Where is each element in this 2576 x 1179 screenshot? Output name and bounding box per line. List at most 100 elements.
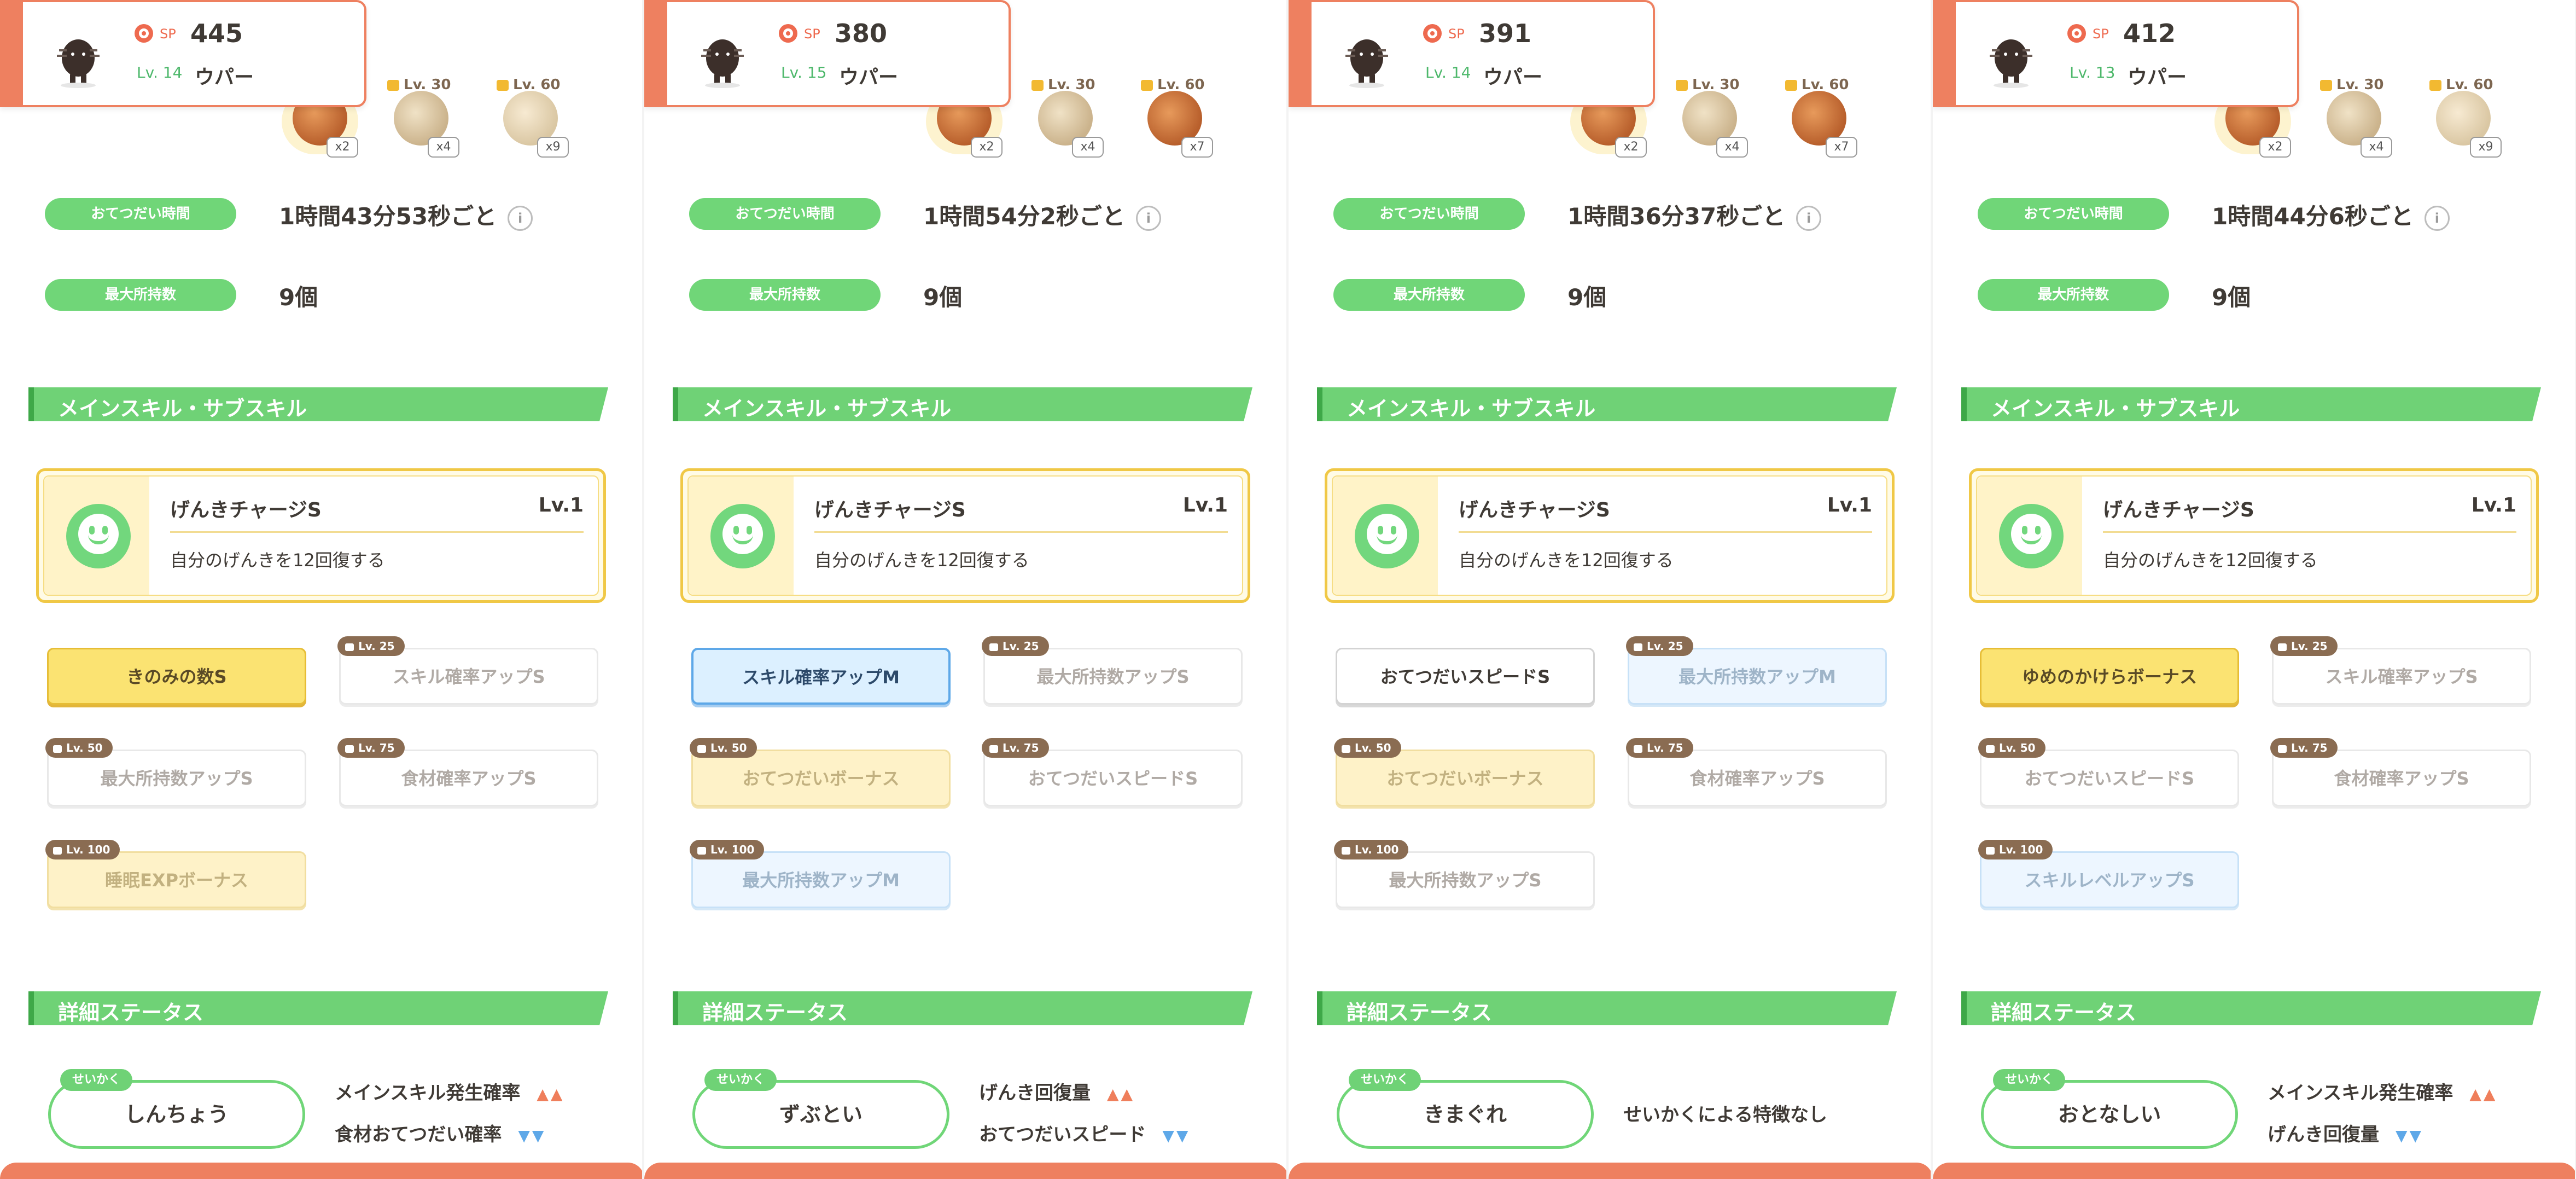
nature-effect-label: メインスキル発生確率	[2268, 1082, 2453, 1104]
section-bar	[28, 387, 34, 421]
subskill-slot-5[interactable]: Lv. 100 最大所持数アップM	[690, 840, 951, 908]
subskill-slot-3[interactable]: Lv. 50 最大所持数アップS	[45, 738, 306, 806]
subskill-slot-5[interactable]: Lv. 100 睡眠EXPボーナス	[45, 840, 306, 908]
subskill-slot-1[interactable]: スキル確率アップM	[691, 648, 951, 705]
main-skill-card[interactable]: げんきチャージS Lv.1 自分のげんきを12回復する	[680, 468, 1250, 603]
sp-label: SP	[2093, 26, 2109, 42]
smile-eye	[2035, 526, 2041, 535]
smile-eye	[102, 526, 108, 535]
max-carry-value: 9個	[279, 284, 318, 311]
unlock-level-tag: Lv. 25	[982, 636, 1049, 656]
pokemon-avatar-icon	[1990, 39, 2032, 88]
double-up-arrow-icon: ▲▲	[537, 1085, 565, 1103]
max-carry-label: 最大所持数	[689, 279, 881, 311]
unlock-level-tag: Lv. 75	[2270, 738, 2338, 758]
ingredient-count: x2	[327, 137, 358, 158]
smile-mouth	[88, 535, 109, 544]
subskill-slot-2[interactable]: Lv. 25 最大所持数アップS	[982, 636, 1243, 705]
help-time-value: 1時間36分37秒ごと i	[1567, 198, 1822, 231]
details-section-header: 詳細ステータス	[1961, 991, 2541, 1025]
ingredient-slot-2[interactable]: Lv. 30 x4	[1027, 77, 1104, 159]
bottom-bar	[1933, 1163, 2576, 1179]
main-skill-card-inner: げんきチャージS Lv.1 自分のげんきを12回復する	[1332, 475, 1887, 596]
main-skill-level: Lv.1	[1827, 494, 1872, 516]
subskill-slot-2[interactable]: Lv. 25 スキル確率アップS	[337, 636, 598, 705]
ingredient-slot-3[interactable]: Lv. 60 x9	[492, 77, 569, 159]
unlock-level-tag: Lv. 75	[982, 738, 1049, 758]
subskill-slot-1[interactable]: きのみの数S	[47, 648, 306, 705]
main-skill-body: げんきチャージS Lv.1 自分のげんきを12回復する	[1438, 477, 1886, 595]
pokemon-detail-panel-3: SP 391 Lv. 14 ウパー x2 Lv. 30 x4 Lv. 60 x7…	[1289, 0, 1933, 1179]
lock-icon	[53, 846, 62, 855]
smile-icon	[710, 504, 775, 568]
unlock-level-tag: Lv. 100	[690, 840, 765, 859]
nature-tag: せいかく	[704, 1069, 777, 1091]
subskill-slot-1[interactable]: ゆめのかけらボーナス	[1980, 648, 2239, 705]
ingredient-slot-3[interactable]: Lv. 60 x9	[2425, 77, 2502, 159]
lock-icon	[697, 745, 706, 753]
subskill-slot-2[interactable]: Lv. 25 最大所持数アップM	[1626, 636, 1887, 705]
pokemon-detail-panel-4: SP 412 Lv. 13 ウパー x2 Lv. 30 x4 Lv. 60 x9…	[1933, 0, 2576, 1179]
help-time-label: おてつだい時間	[1978, 198, 2169, 230]
subskill-slot-3[interactable]: Lv. 50 おてつだいスピードS	[1978, 738, 2239, 806]
lock-icon	[989, 643, 998, 651]
ingredient-slot-3[interactable]: Lv. 60 x7	[1137, 77, 1213, 159]
main-skill-card[interactable]: げんきチャージS Lv.1 自分のげんきを12回復する	[36, 468, 606, 603]
ingredient-slot-2[interactable]: Lv. 30 x4	[2316, 77, 2392, 159]
unlock-level-tag: Lv. 25	[2270, 636, 2338, 656]
ingredient-slot-3[interactable]: Lv. 60 x7	[1781, 77, 1857, 159]
subskill-slot-2[interactable]: Lv. 25 スキル確率アップS	[2270, 636, 2531, 705]
pokemon-header-card[interactable]: SP 391 Lv. 14 ウパー	[1289, 0, 1655, 107]
section-bar	[1317, 991, 1322, 1025]
pokemon-name: ウパー	[839, 66, 899, 89]
section-bar	[673, 387, 678, 421]
main-skill-name: げんきチャージS	[170, 499, 322, 521]
help-time-label: おてつだい時間	[1333, 198, 1525, 230]
lock-icon	[2278, 745, 2287, 753]
info-icon[interactable]: i	[1796, 205, 1822, 231]
help-time-label: おてつだい時間	[689, 198, 881, 230]
double-up-arrow-icon: ▲▲	[2469, 1085, 2498, 1103]
skills-section-header: メインスキル・サブスキル	[1961, 387, 2541, 421]
ingredient-count: x9	[2470, 137, 2502, 158]
subskill-slot-5[interactable]: Lv. 100 スキルレベルアップS	[1978, 840, 2239, 908]
header-accent	[1289, 2, 1312, 105]
nature-effect-label: メインスキル発生確率	[335, 1082, 521, 1104]
pokemon-header-card[interactable]: SP 412 Lv. 13 ウパー	[1933, 0, 2299, 107]
pokemon-avatar-icon	[57, 39, 100, 88]
main-skill-card[interactable]: げんきチャージS Lv.1 自分のげんきを12回復する	[1325, 468, 1895, 603]
lock-icon	[2429, 79, 2441, 91]
pokemon-detail-panel-1: SP 445 Lv. 14 ウパー x2 Lv. 30 x4 Lv. 60 x9…	[0, 0, 644, 1179]
pokemon-header-card[interactable]: SP 380 Lv. 15 ウパー	[644, 0, 1011, 107]
bottom-bar	[1289, 1163, 1933, 1179]
ingredient-count: x7	[1181, 137, 1213, 158]
main-skill-card[interactable]: げんきチャージS Lv.1 自分のげんきを12回復する	[1969, 468, 2539, 603]
sp-icon	[135, 24, 153, 43]
main-skill-icon-area	[44, 477, 149, 595]
subskill-slot-4[interactable]: Lv. 75 食材確率アップS	[1626, 738, 1887, 806]
subskill-slot-5[interactable]: Lv. 100 最大所持数アップS	[1334, 840, 1595, 908]
subskill-slot-3[interactable]: Lv. 50 おてつだいボーナス	[1334, 738, 1595, 806]
max-carry-label: 最大所持数	[45, 279, 236, 311]
lock-icon	[1676, 79, 1688, 91]
nature-effect: おてつだいスピード ▼▼	[979, 1119, 1190, 1146]
nature-effect-label: おてつだいスピード	[979, 1124, 1146, 1146]
main-skill-name: げんきチャージS	[1459, 499, 1610, 521]
subskill-slot-3[interactable]: Lv. 50 おてつだいボーナス	[690, 738, 951, 806]
ingredient-slot-2[interactable]: Lv. 30 x4	[1671, 77, 1748, 159]
main-skill-body: げんきチャージS Lv.1 自分のげんきを12回復する	[794, 477, 1242, 595]
subskill-slot-1[interactable]: おてつだいスピードS	[1336, 648, 1595, 705]
subskill-slot-4[interactable]: Lv. 75 食材確率アップS	[2270, 738, 2531, 806]
nature-tag: せいかく	[1349, 1069, 1421, 1091]
info-icon[interactable]: i	[508, 205, 533, 231]
info-icon[interactable]: i	[1135, 205, 1161, 231]
info-icon[interactable]: i	[2424, 205, 2450, 231]
pokemon-header-card[interactable]: SP 445 Lv. 14 ウパー	[0, 0, 366, 107]
pokemon-avatar-icon	[701, 39, 744, 88]
section-bar	[673, 991, 678, 1025]
unlock-level-tag: Lv. 75	[337, 738, 405, 758]
subskill-slot-4[interactable]: Lv. 75 おてつだいスピードS	[982, 738, 1243, 806]
pokemon-name: ウパー	[1483, 66, 1543, 89]
ingredient-slot-2[interactable]: Lv. 30 x4	[383, 77, 459, 159]
subskill-slot-4[interactable]: Lv. 75 食材確率アップS	[337, 738, 598, 806]
